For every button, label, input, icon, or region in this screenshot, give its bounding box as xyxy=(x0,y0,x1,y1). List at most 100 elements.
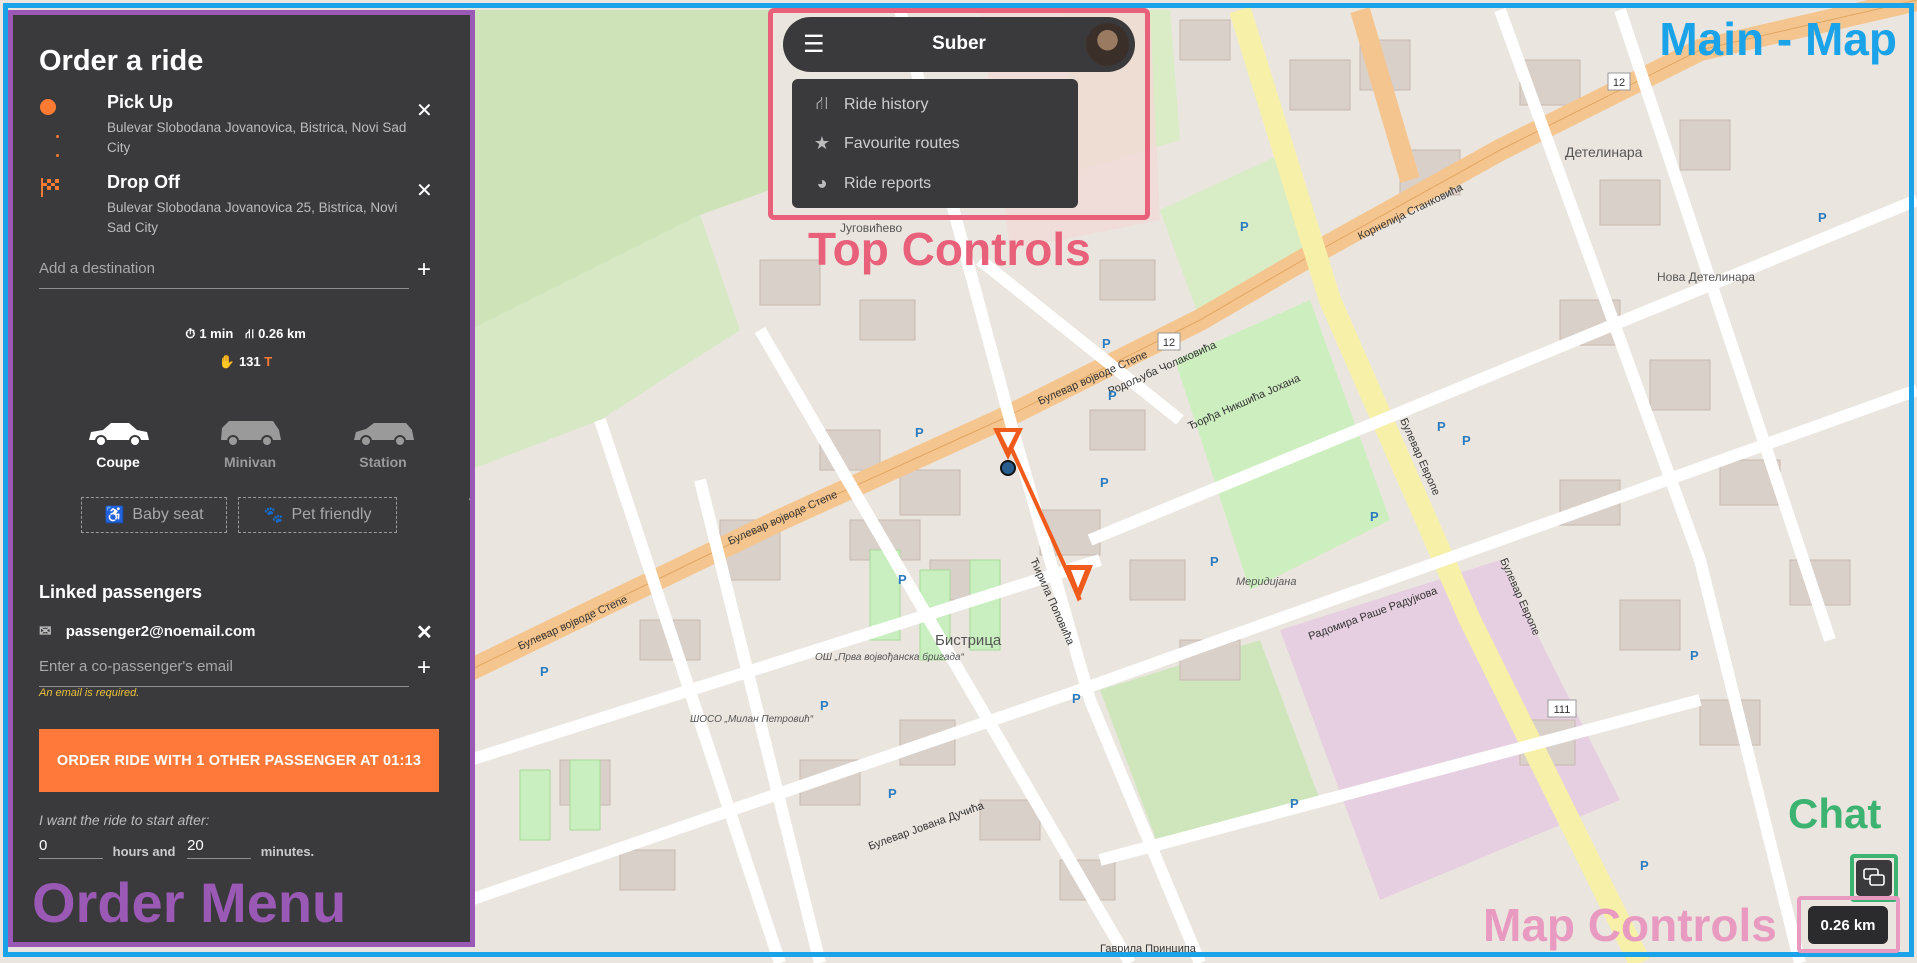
route-badge: 111 xyxy=(1554,704,1571,716)
car-icon xyxy=(89,423,149,447)
minutes-label: minutes. xyxy=(260,844,315,859)
place-label: Детелинара xyxy=(1565,144,1643,160)
chat-annotation: Chat xyxy=(1788,790,1882,837)
place-label: Бистрица xyxy=(935,632,1002,649)
price-currency: T xyxy=(264,354,273,369)
station-wagon-icon xyxy=(354,423,414,447)
svg-text:P: P xyxy=(1690,648,1699,663)
circle-pin-icon xyxy=(40,99,56,115)
start-time-row: hours and minutes. xyxy=(39,837,314,859)
add-destination-icon[interactable]: + xyxy=(417,258,431,282)
chat-icon xyxy=(1863,868,1885,886)
avatar[interactable] xyxy=(1086,23,1129,66)
copassenger-field[interactable] xyxy=(39,658,409,687)
checkered-flag-icon xyxy=(41,178,59,197)
hours-input[interactable] xyxy=(39,837,99,858)
vehicle-label: Coupe xyxy=(96,454,140,470)
order-panel: Order a ride Pick Up Bulevar Slobodana J… xyxy=(13,15,475,942)
add-passenger-icon[interactable]: + xyxy=(417,656,431,680)
pet-friendly-toggle[interactable]: 🐾 Pet friendly xyxy=(238,497,397,533)
order-panel-title: Order a ride xyxy=(39,45,204,77)
place-label: ШОСО „Милан Петровић“ xyxy=(690,714,814,725)
destination-field[interactable] xyxy=(39,260,409,289)
vehicle-minivan[interactable]: Minivan xyxy=(200,418,300,470)
svg-text:P: P xyxy=(1640,858,1649,873)
svg-text:P: P xyxy=(898,572,907,587)
vehicle-label: Minivan xyxy=(223,454,277,470)
menu-item-label: Favourite routes xyxy=(844,134,960,152)
menu-item-ride-history[interactable]: ⛙ Ride history xyxy=(810,93,929,117)
top-bar: ☰ Suber xyxy=(783,17,1135,72)
svg-text:P: P xyxy=(1102,336,1111,351)
route-badge: 12 xyxy=(1613,77,1625,89)
copassenger-email-input[interactable] xyxy=(39,658,399,675)
svg-text:P: P xyxy=(1100,475,1109,490)
place-label: ОШ „Прва војвођанска бригада“ xyxy=(815,651,964,663)
svg-text:P: P xyxy=(540,664,549,679)
brand-title: Suber xyxy=(932,33,986,54)
envelope-icon: ✉ xyxy=(39,623,52,640)
main-map-annotation: Main - Map xyxy=(1659,13,1897,65)
destination-input[interactable] xyxy=(39,260,399,277)
email-error: An email is required. xyxy=(39,687,140,699)
hours-field[interactable] xyxy=(39,837,103,859)
place-label: Меридијана xyxy=(1236,576,1296,588)
route-icon: ⛙ xyxy=(815,93,829,113)
svg-text:P: P xyxy=(820,698,829,713)
svg-text:P: P xyxy=(1370,509,1379,524)
svg-text:P: P xyxy=(1240,219,1249,234)
money-hand-icon: ✋ xyxy=(218,354,235,369)
svg-text:P: P xyxy=(1108,388,1117,403)
nav-menu: ⛙ Ride history ★ Favourite routes ◕ Ride… xyxy=(792,79,1078,208)
dropoff-label: Drop Off xyxy=(107,172,180,192)
order-menu-annotation: Order Menu xyxy=(32,871,347,934)
pickup-label: Pick Up xyxy=(107,92,174,112)
svg-text:P: P xyxy=(1437,419,1446,434)
route-dots xyxy=(56,128,60,157)
menu-item-label: Ride history xyxy=(844,96,929,113)
distance-scale: 0.26 km xyxy=(1808,906,1888,944)
paw-icon: 🐾 xyxy=(263,507,284,524)
stopwatch-icon: ⏱ xyxy=(185,326,196,341)
pickup-address: Bulevar Slobodana Jovanovica, Bistrica, … xyxy=(107,120,407,155)
trip-distance: 0.26 km xyxy=(258,326,306,341)
star-icon: ★ xyxy=(813,133,831,153)
trip-stats: ⏱ 1 min ⛙ 0.26 km xyxy=(13,326,470,344)
baby-seat-label: Baby seat xyxy=(132,506,204,523)
remove-passenger-icon[interactable]: ✕ xyxy=(416,620,433,645)
baby-carriage-icon: ♿ xyxy=(104,507,125,524)
svg-text:P: P xyxy=(1072,691,1081,706)
collapse-panel-icon[interactable]: ‹ xyxy=(468,485,475,511)
menu-item-label: Ride reports xyxy=(844,174,932,192)
svg-text:P: P xyxy=(1290,796,1299,811)
pie-chart-icon: ◕ xyxy=(816,173,828,193)
chat-button[interactable] xyxy=(1856,860,1892,896)
menu-item-ride-reports[interactable]: ◕ Ride reports xyxy=(810,173,932,194)
order-ride-button[interactable]: ORDER RIDE WITH 1 OTHER PASSENGER AT 01:… xyxy=(39,729,439,792)
top-controls-annotation: Top Controls xyxy=(808,223,1091,275)
baby-seat-toggle[interactable]: ♿ Baby seat xyxy=(81,497,227,533)
minivan-icon xyxy=(221,421,281,447)
svg-text:P: P xyxy=(888,786,897,801)
place-label: Нова Детелинара xyxy=(1657,270,1755,284)
trip-price: ✋ 131 T xyxy=(13,354,470,370)
vehicle-coupe[interactable]: Coupe xyxy=(68,418,168,470)
map-controls-annotation: Map Controls xyxy=(1483,899,1777,951)
menu-item-favourite-routes[interactable]: ★ Favourite routes xyxy=(810,133,960,154)
linked-passenger-email: passenger2@noemail.com xyxy=(65,623,256,640)
svg-text:P: P xyxy=(1210,554,1219,569)
price-value: 131 xyxy=(238,354,261,369)
vehicle-station[interactable]: Station xyxy=(333,418,433,470)
start-time-label: I want the ride to start after: xyxy=(39,812,210,828)
remove-pickup-icon[interactable]: ✕ xyxy=(416,98,433,123)
pet-friendly-label: Pet friendly xyxy=(291,506,372,523)
minutes-field[interactable] xyxy=(187,837,252,859)
minutes-input[interactable] xyxy=(187,837,248,858)
dropoff-address: Bulevar Slobodana Jovanovica 25, Bistric… xyxy=(107,200,398,235)
hours-label: hours and xyxy=(112,844,176,859)
svg-text:P: P xyxy=(1462,433,1471,448)
route-badge: 12 xyxy=(1163,337,1175,349)
remove-dropoff-icon[interactable]: ✕ xyxy=(416,178,433,203)
linked-passenger-row: ✉ passenger2@noemail.com ✕ xyxy=(39,622,439,644)
street-label: Гаврила Принципа xyxy=(1100,943,1197,955)
